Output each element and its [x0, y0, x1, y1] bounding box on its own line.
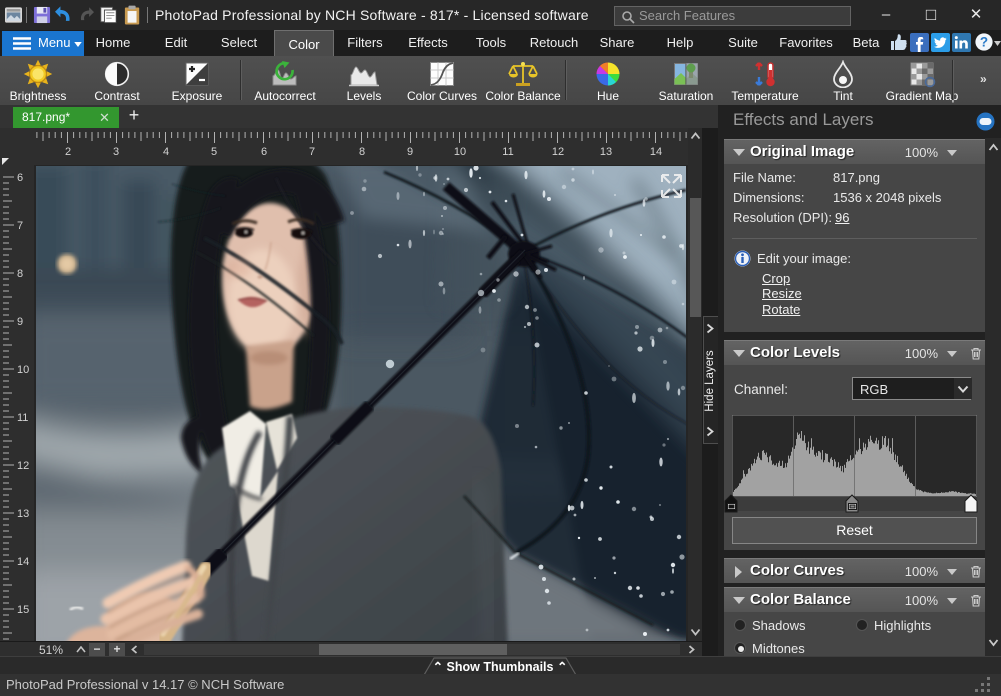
svg-text:6: 6 — [17, 172, 23, 184]
svg-text:15: 15 — [17, 604, 29, 616]
svg-text:11: 11 — [502, 146, 513, 158]
svg-text:10: 10 — [454, 146, 466, 158]
svg-text:8: 8 — [359, 146, 365, 158]
svg-text:14: 14 — [650, 146, 662, 158]
svg-text:4: 4 — [163, 146, 169, 158]
svg-text:7: 7 — [17, 220, 23, 232]
svg-text:14: 14 — [17, 556, 29, 568]
svg-text:9: 9 — [407, 146, 413, 158]
svg-text:11: 11 — [17, 412, 28, 424]
svg-text:8: 8 — [17, 268, 23, 280]
svg-text:13: 13 — [600, 146, 612, 158]
svg-text:9: 9 — [17, 316, 23, 328]
svg-text:12: 12 — [552, 146, 564, 158]
svg-text:7: 7 — [309, 146, 315, 158]
svg-text:3: 3 — [113, 146, 119, 158]
svg-text:13: 13 — [17, 508, 29, 520]
svg-text:?: ? — [980, 35, 988, 50]
svg-text:5: 5 — [211, 146, 217, 158]
svg-text:2: 2 — [65, 146, 71, 158]
svg-text:10: 10 — [17, 364, 29, 376]
svg-text:6: 6 — [261, 146, 267, 158]
svg-text:12: 12 — [17, 460, 29, 472]
